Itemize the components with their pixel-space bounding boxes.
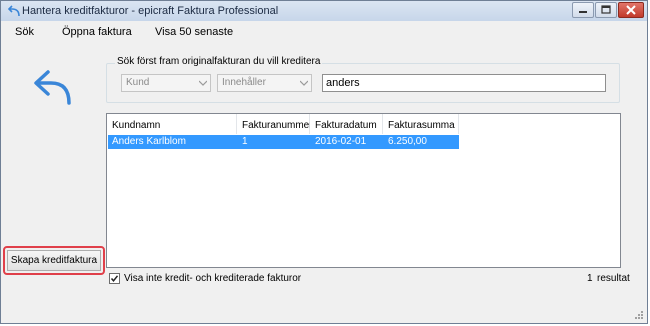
results-list[interactable]: Kundnamn Fakturanummer Fakturadatum Fakt… <box>106 113 621 268</box>
operator-select-value: Innehåller <box>222 77 266 88</box>
operator-select[interactable]: Innehåller <box>217 74 312 92</box>
close-button[interactable] <box>618 2 644 18</box>
create-credit-invoice-button[interactable]: Skapa kreditfaktura <box>7 250 101 271</box>
cell-fakturanummer: 1 <box>242 136 248 147</box>
menu-visa-50-senaste[interactable]: Visa 50 senaste <box>155 26 233 38</box>
window-title: Hantera kreditfakturor - epicraft Faktur… <box>22 5 279 17</box>
column-header-label: Kundnamn <box>112 120 161 131</box>
minimize-button[interactable] <box>572 2 594 18</box>
checkmark-icon <box>110 275 119 282</box>
result-count: 1 <box>587 273 593 284</box>
search-field[interactable] <box>322 74 606 92</box>
app-window: Hantera kreditfakturor - epicraft Faktur… <box>0 0 648 324</box>
title-bar[interactable]: Hantera kreditfakturor - epicraft Faktur… <box>1 1 647 21</box>
back-arrow-icon[interactable] <box>31 65 77 109</box>
cell-fakturadatum: 2016-02-01 <box>315 136 367 147</box>
menu-bar: Sök Öppna faktura Visa 50 senaste <box>1 21 647 42</box>
menu-oppna-faktura[interactable]: Öppna faktura <box>62 26 132 38</box>
search-group-label: Sök först fram originalfakturan du vill … <box>115 56 323 67</box>
column-header-fakturasumma[interactable]: Fakturasumma <box>383 114 459 134</box>
menu-sok[interactable]: Sök <box>15 26 34 38</box>
column-header-label: Fakturasumma <box>388 120 455 131</box>
results-header: Kundnamn Fakturanummer Fakturadatum Fakt… <box>107 114 620 134</box>
app-back-arrow-icon <box>7 5 20 17</box>
cell-kundnamn: Anders Karlblom <box>112 136 186 147</box>
chevron-down-icon <box>199 80 207 86</box>
field-select[interactable]: Kund <box>121 74 211 92</box>
chevron-down-icon <box>300 80 308 86</box>
maximize-icon <box>601 5 611 14</box>
search-input[interactable] <box>326 76 596 90</box>
field-select-value: Kund <box>126 77 150 88</box>
table-row[interactable]: Anders Karlblom 1 2016-02-01 6.250,00 <box>108 135 459 149</box>
minimize-icon <box>579 11 587 13</box>
cell-fakturasumma: 6.250,00 <box>388 136 427 147</box>
column-header-kundnamn[interactable]: Kundnamn <box>107 114 237 134</box>
column-header-fakturadatum[interactable]: Fakturadatum <box>310 114 383 134</box>
column-header-label: Fakturanummer <box>242 120 313 131</box>
column-header-label: Fakturadatum <box>315 120 377 131</box>
hide-credited-label[interactable]: Visa inte kredit- och krediterade faktur… <box>124 273 301 284</box>
maximize-button[interactable] <box>595 2 617 18</box>
hide-credited-checkbox[interactable] <box>109 273 120 284</box>
close-icon <box>626 5 636 15</box>
column-header-fakturanummer[interactable]: Fakturanummer <box>237 114 313 134</box>
resize-grip-icon[interactable] <box>634 310 644 320</box>
result-count-label: resultat <box>597 273 630 284</box>
